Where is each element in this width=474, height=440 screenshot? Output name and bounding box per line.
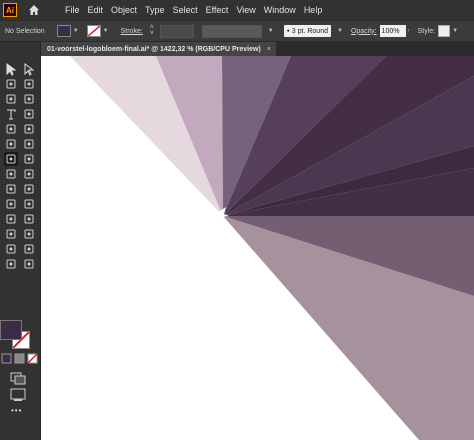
graphic-style-swatch[interactable] <box>438 25 451 37</box>
menu-item-view[interactable]: View <box>236 5 255 15</box>
home-icon[interactable] <box>27 3 41 17</box>
gradient-mode-icon <box>14 353 25 364</box>
screen-mode-icon[interactable] <box>10 388 28 402</box>
free-transform-tool-icon[interactable] <box>22 167 36 181</box>
gradient-tool-icon[interactable] <box>22 197 36 211</box>
opacity-label[interactable]: Opacity: <box>351 28 377 35</box>
menu-item-help[interactable]: Help <box>304 5 323 15</box>
shaper-tool-icon[interactable] <box>4 137 18 151</box>
stroke-label[interactable]: Stroke: <box>121 28 143 35</box>
blend-tool-icon[interactable] <box>22 212 36 226</box>
fill-dropdown-icon[interactable]: ▼ <box>73 28 79 34</box>
paintbrush-tool-icon[interactable] <box>22 122 36 136</box>
stroke-weight-field[interactable] <box>159 24 194 38</box>
menu-item-edit[interactable]: Edit <box>88 5 104 15</box>
slice-tool-icon[interactable] <box>22 242 36 256</box>
fill-color-swatch[interactable] <box>56 25 71 37</box>
pen-tool-icon[interactable] <box>4 92 18 106</box>
close-tab-icon[interactable]: × <box>267 46 271 53</box>
stroke-weight-spinner-icon[interactable]: ˄ ˅ <box>147 24 157 38</box>
mesh-tool-icon[interactable] <box>4 197 18 211</box>
style-label: Style: <box>417 27 436 35</box>
menu-item-type[interactable]: Type <box>145 5 165 15</box>
document-tab-title: 01-voorstel-logobloem-final.ai* @ 1422,3… <box>47 45 261 53</box>
eyedropper-tool-icon[interactable] <box>4 212 18 226</box>
line-tool-icon[interactable] <box>22 107 36 121</box>
menu-bar: Ai File Edit Object Type Select Effect View Win… <box>0 0 474 20</box>
magic-wand-tool-icon[interactable] <box>4 77 18 91</box>
opacity-dropdown-icon[interactable]: › <box>408 28 410 34</box>
brush-dropdown-icon[interactable]: ▼ <box>337 28 343 34</box>
perspective-tool-icon[interactable] <box>22 182 36 196</box>
edit-toolbar-button[interactable]: ••• <box>11 406 22 415</box>
type-tool-icon[interactable] <box>4 107 18 121</box>
menu-items: File Edit Object Type Select Effect View Window… <box>65 5 330 15</box>
artboard-tool-icon[interactable] <box>4 242 18 256</box>
stroke-color-swatch[interactable] <box>86 25 101 37</box>
menu-item-window[interactable]: Window <box>264 5 296 15</box>
menu-item-select[interactable]: Select <box>173 5 198 15</box>
scale-tool-icon[interactable] <box>22 152 36 166</box>
direct-selection-tool-icon[interactable] <box>22 62 36 76</box>
opacity-field[interactable]: 100% <box>379 25 406 37</box>
app-logo: Ai <box>3 3 17 17</box>
tools-panel: ••• <box>0 42 41 440</box>
draw-mode-icon[interactable] <box>10 372 28 386</box>
color-mode-icons <box>1 353 38 364</box>
control-bar: No Selection ▼ ▼ Stroke: ˄ ˅ ▼ ● 3 pt. Rou… <box>0 20 474 42</box>
selection-status: No Selection <box>5 27 45 35</box>
color-mode-icon <box>1 353 12 364</box>
document-tab-bar: 01-voorstel-logobloem-final.ai* @ 1422,3… <box>41 42 474 56</box>
menu-item-object[interactable]: Object <box>111 5 137 15</box>
eraser-tool-icon[interactable] <box>22 137 36 151</box>
artwork <box>70 56 474 440</box>
shape-builder-tool-icon[interactable] <box>4 182 18 196</box>
brush-definition[interactable]: ● 3 pt. Round <box>283 25 331 37</box>
style-dropdown-icon[interactable]: ▼ <box>452 28 458 34</box>
stroke-dropdown-icon[interactable]: ▼ <box>103 28 109 34</box>
curvature-tool-icon[interactable] <box>22 92 36 106</box>
fill-stroke-widget <box>0 320 30 350</box>
hand-tool-icon[interactable] <box>4 257 18 271</box>
width-tool-icon[interactable] <box>4 167 18 181</box>
menu-item-effect[interactable]: Effect <box>206 5 229 15</box>
rotate-tool-icon[interactable] <box>4 152 18 166</box>
symbol-sprayer-tool-icon[interactable] <box>4 227 18 241</box>
document-tab[interactable]: 01-voorstel-logobloem-final.ai* @ 1422,3… <box>41 42 276 56</box>
lasso-tool-icon[interactable] <box>22 77 36 91</box>
zoom-tool-icon[interactable] <box>22 257 36 271</box>
menu-item-file[interactable]: File <box>65 5 80 15</box>
selection-tool-icon[interactable] <box>4 62 18 76</box>
artboard-canvas[interactable] <box>41 56 474 440</box>
profile-dropdown-icon[interactable]: ▼ <box>268 28 274 34</box>
fill-swatch[interactable] <box>0 320 22 340</box>
variable-width-profile[interactable] <box>201 24 262 38</box>
column-graph-tool-icon[interactable] <box>22 227 36 241</box>
rectangle-tool-icon[interactable] <box>4 122 18 136</box>
